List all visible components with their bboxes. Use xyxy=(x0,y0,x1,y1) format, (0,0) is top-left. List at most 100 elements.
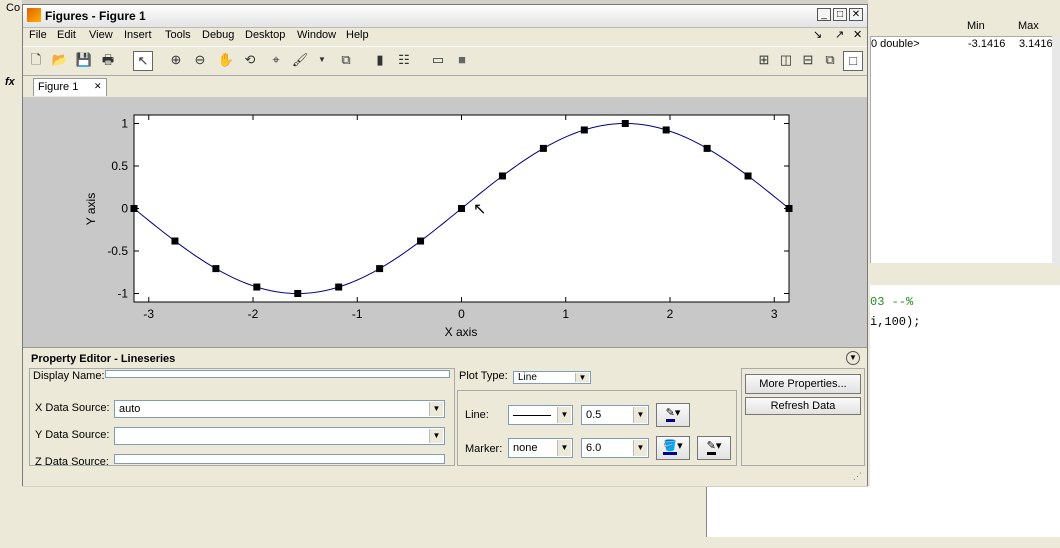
y-data-source-field[interactable]: ▼ xyxy=(114,427,445,445)
workspace-col-min[interactable]: Min xyxy=(967,20,985,32)
new-file-icon[interactable]: 🗋 xyxy=(27,51,45,69)
marker-edge-color-button[interactable]: ✎▾ xyxy=(697,436,731,460)
menu-window[interactable]: Window xyxy=(297,29,336,41)
open-icon[interactable]: 📂 xyxy=(51,51,69,69)
more-properties-button[interactable]: More Properties... xyxy=(745,374,861,394)
marker-fill-color-button[interactable]: 🪣▾ xyxy=(656,436,690,460)
data-cursor-icon[interactable]: ⌖ xyxy=(267,51,285,69)
line-width-dropdown[interactable]: 0.5 ▼ xyxy=(581,405,649,425)
resize-grip-icon[interactable]: ⋰ xyxy=(853,471,862,482)
workspace-panel[interactable]: 0 double> -3.1416 3.1416 xyxy=(870,18,1060,263)
data-marker xyxy=(580,126,588,134)
x-data-source-value: auto xyxy=(119,403,141,415)
hide-plot-tools-icon[interactable]: ▭ xyxy=(429,51,447,69)
x-data-source-field[interactable]: auto ▼ xyxy=(114,400,445,418)
close-figure-icon[interactable]: ✕ xyxy=(853,28,862,41)
marker-size-dropdown[interactable]: 6.0 ▼ xyxy=(581,438,649,458)
save-icon[interactable]: 💾 xyxy=(75,51,93,69)
workspace-header: Min Max xyxy=(870,18,1060,37)
chevron-down-icon[interactable]: ▼ xyxy=(557,440,571,456)
menu-help[interactable]: Help xyxy=(346,29,369,41)
line-color-button[interactable]: ✎▾ xyxy=(656,403,690,427)
chevron-down-icon[interactable]: ▼ xyxy=(633,407,647,423)
chevron-down-icon[interactable]: ▼ xyxy=(429,429,443,443)
data-marker xyxy=(498,172,506,180)
minimize-button[interactable]: _ xyxy=(817,8,831,21)
chevron-down-icon[interactable]: ▼ xyxy=(557,407,571,423)
tab-figure-1[interactable]: Figure 1 ✕ xyxy=(33,78,107,96)
link-plot-icon[interactable]: ⧉ xyxy=(337,51,355,69)
property-editor: Property Editor - Lineseries ▼ Display N… xyxy=(23,347,867,486)
workspace-scrollbar[interactable] xyxy=(1052,36,1060,266)
menu-debug[interactable]: Debug xyxy=(202,29,234,41)
data-marker xyxy=(458,205,465,212)
top-bottom-layout-icon[interactable]: ⊟ xyxy=(799,51,817,69)
menu-desktop[interactable]: Desktop xyxy=(245,29,285,41)
chevron-down-icon[interactable]: ▼ xyxy=(575,373,589,382)
data-marker xyxy=(539,144,547,152)
edit-plot-icon[interactable]: ↖ xyxy=(133,51,153,71)
command-line-1: 03 --% xyxy=(870,295,914,309)
rotate-3d-icon[interactable]: ⟲ xyxy=(241,51,259,69)
menu-bar: File Edit View Insert Tools Debug Deskto… xyxy=(23,27,867,45)
brush-icon[interactable]: 🖌 xyxy=(291,51,309,69)
data-marker xyxy=(703,144,711,152)
menu-tools[interactable]: Tools xyxy=(165,29,191,41)
brush-dropdown-icon[interactable]: ▼ xyxy=(313,51,331,69)
show-plot-tools-icon[interactable]: ■ xyxy=(453,51,471,69)
dock-icon[interactable]: ↗ xyxy=(835,28,844,41)
float-layout-icon[interactable]: ⧉ xyxy=(821,51,839,69)
title-bar[interactable]: Figures - Figure 1 _ □ ✕ xyxy=(23,5,867,28)
workspace-row-max: 3.1416 xyxy=(1019,38,1053,50)
menu-edit[interactable]: Edit xyxy=(57,29,76,41)
figure-window: Figures - Figure 1 _ □ ✕ File Edit View … xyxy=(22,4,868,486)
maximize-layout-icon[interactable]: □ xyxy=(843,51,863,71)
x-tick-label: -3 xyxy=(143,307,154,321)
tile-layout-icon[interactable]: ⊞ xyxy=(755,51,773,69)
menu-file[interactable]: File xyxy=(29,29,47,41)
maximize-button[interactable]: □ xyxy=(833,8,847,21)
display-name-label: Display Name: xyxy=(33,370,105,382)
left-right-layout-icon[interactable]: ◫ xyxy=(777,51,795,69)
legend-icon[interactable]: ☷ xyxy=(395,51,413,69)
data-marker xyxy=(376,265,384,273)
property-editor-title: Property Editor - Lineseries xyxy=(31,353,176,365)
x-tick-label: -1 xyxy=(352,307,363,321)
command-history-panel[interactable] xyxy=(706,487,1060,537)
zoom-in-icon[interactable]: ⊕ xyxy=(167,51,185,69)
chevron-down-icon[interactable]: ▼ xyxy=(429,402,443,416)
workspace-col-max[interactable]: Max xyxy=(1018,20,1039,32)
zoom-out-icon[interactable]: ⊖ xyxy=(191,51,209,69)
y-data-source-label: Y Data Source: xyxy=(35,429,110,441)
workspace-row-type: 0 double> xyxy=(871,38,920,50)
tab-close-icon[interactable]: ✕ xyxy=(94,81,102,92)
pan-icon[interactable]: ✋ xyxy=(217,51,235,69)
menu-insert[interactable]: Insert xyxy=(124,29,152,41)
menu-view[interactable]: View xyxy=(89,29,113,41)
close-button[interactable]: ✕ xyxy=(849,8,863,21)
line-style-dropdown[interactable]: ▼ xyxy=(508,405,573,425)
desktop-corner-label: Co xyxy=(6,2,21,14)
y-tick-label: 0 xyxy=(121,202,128,216)
fx-icon[interactable]: fx xyxy=(5,76,15,88)
command-line-2: i,100); xyxy=(870,315,921,329)
x-tick-label: 1 xyxy=(562,307,569,321)
desktop-left-strip: Co fx xyxy=(0,0,22,548)
line-style-preview xyxy=(513,415,551,416)
refresh-data-button[interactable]: Refresh Data xyxy=(745,397,861,415)
plot-type-dropdown[interactable]: Line ▼ xyxy=(513,371,591,384)
undock-icon[interactable]: ↘ xyxy=(813,28,822,41)
chevron-down-icon[interactable]: ▼ xyxy=(633,440,647,456)
plot-type-label: Plot Type: xyxy=(459,370,508,382)
display-name-field[interactable] xyxy=(105,370,450,378)
collapse-icon[interactable]: ▼ xyxy=(846,351,860,365)
data-marker xyxy=(294,290,302,297)
z-data-source-field[interactable] xyxy=(114,454,445,464)
marker-value: none xyxy=(513,442,538,454)
plot-area[interactable]: -3 -2 -1 0 1 2 3 -1 -0.5 0 0.5 1 X axis Y axis ↖ xyxy=(23,97,867,347)
colorbar-icon[interactable]: ▮ xyxy=(371,51,389,69)
data-marker xyxy=(253,283,261,291)
marker-dropdown[interactable]: none ▼ xyxy=(508,438,573,458)
data-marker xyxy=(662,126,670,134)
print-icon[interactable]: 🖶 xyxy=(99,51,117,69)
